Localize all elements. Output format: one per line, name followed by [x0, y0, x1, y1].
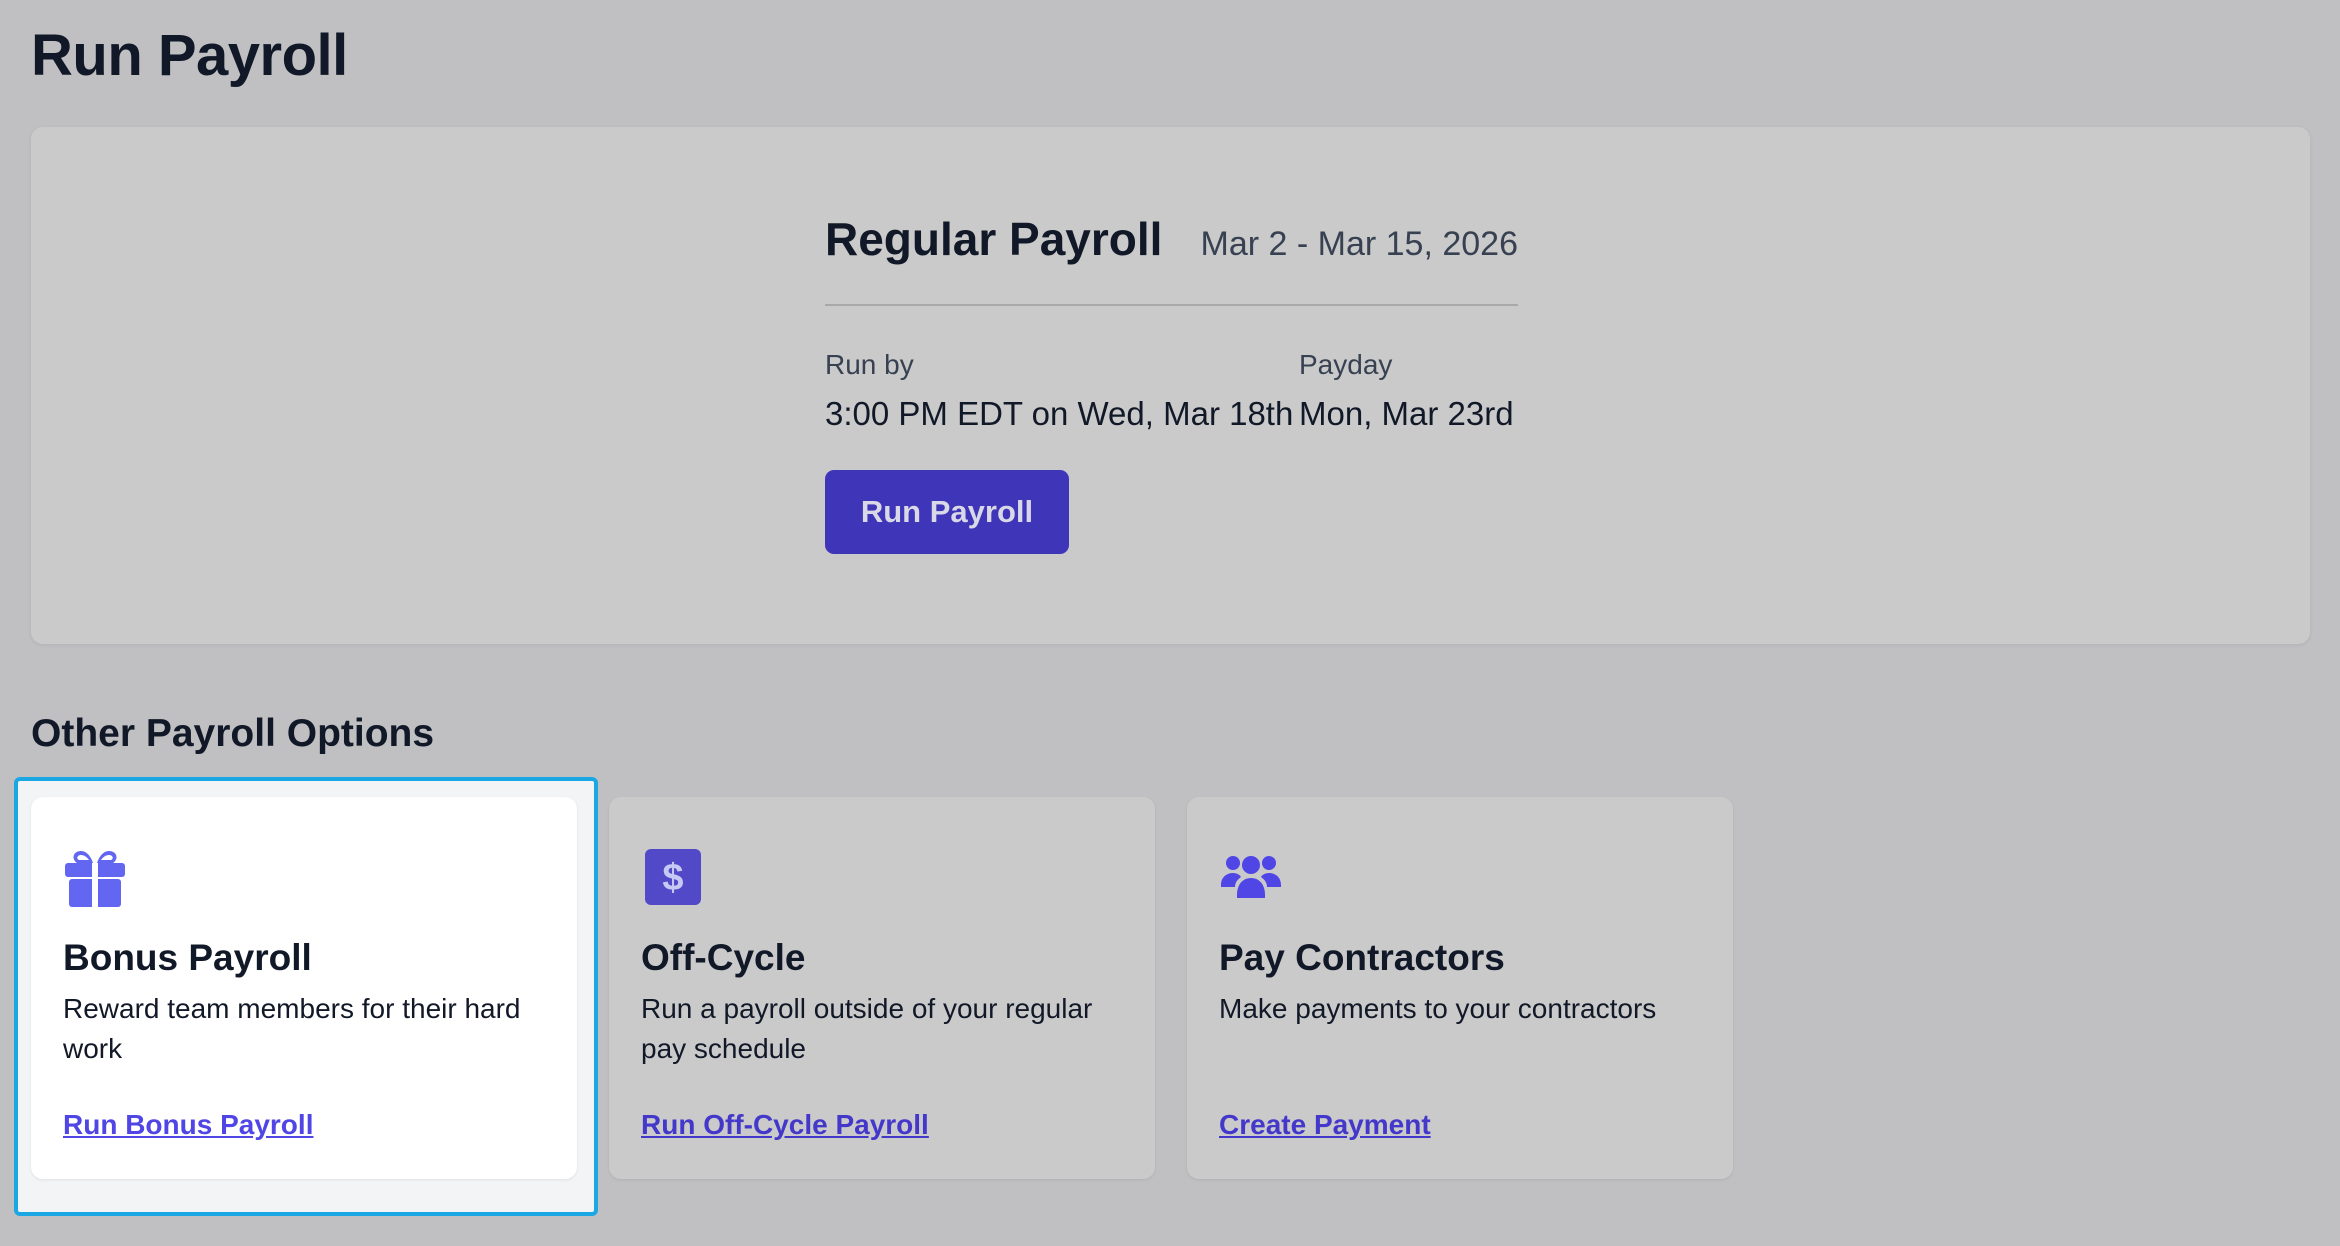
regular-payroll-content: Regular Payroll Mar 2 - Mar 15, 2026 Run…: [825, 212, 1518, 554]
card-description: Reward team members for their hard work: [63, 993, 521, 1064]
gift-icon: [63, 845, 127, 909]
pay-contractors-card[interactable]: Pay Contractors Make payments to your co…: [1187, 797, 1733, 1179]
svg-text:$: $: [662, 857, 683, 899]
card-title: Off-Cycle: [641, 937, 806, 978]
create-payment-link[interactable]: Create Payment: [1219, 1109, 1431, 1141]
users-icon: [1219, 845, 1283, 909]
other-options-title: Other Payroll Options: [31, 712, 435, 755]
regular-payroll-header: Regular Payroll Mar 2 - Mar 15, 2026: [825, 212, 1518, 284]
card-title: Pay Contractors: [1219, 937, 1505, 978]
page-title: Run Payroll: [31, 23, 348, 88]
card-title: Bonus Payroll: [63, 937, 312, 978]
bonus-payroll-card[interactable]: Bonus Payroll Reward team members for th…: [31, 797, 577, 1179]
regular-payroll-title: Regular Payroll: [825, 213, 1163, 265]
card-description: Run a payroll outside of your regular pa…: [641, 993, 1093, 1064]
run-payroll-button[interactable]: Run Payroll: [825, 470, 1069, 554]
run-by-label: Run by: [825, 349, 914, 380]
run-bonus-payroll-link[interactable]: Run Bonus Payroll: [63, 1109, 313, 1141]
card-description: Make payments to your contractors: [1219, 993, 1657, 1024]
run-off-cycle-payroll-link[interactable]: Run Off-Cycle Payroll: [641, 1109, 929, 1141]
dollar-icon: $: [641, 845, 705, 909]
regular-payroll-card: Regular Payroll Mar 2 - Mar 15, 2026 Run…: [31, 127, 2310, 644]
payday-section: Payday Mon, Mar 23rd: [1299, 348, 1518, 434]
divider: [825, 304, 1518, 306]
payday-value: Mon, Mar 23rd: [1299, 395, 1514, 432]
payday-label: Payday: [1299, 349, 1393, 380]
off-cycle-card[interactable]: $ Off-Cycle Run a payroll outside of you…: [609, 797, 1155, 1179]
run-by-section: Run by 3:00 PM EDT on Wed, Mar 18th: [825, 348, 1299, 434]
payroll-dates: Run by 3:00 PM EDT on Wed, Mar 18th Payd…: [825, 348, 1518, 434]
pay-period-range: Mar 2 - Mar 15, 2026: [1200, 225, 1518, 263]
run-by-value: 3:00 PM EDT on Wed, Mar 18th: [825, 395, 1294, 432]
